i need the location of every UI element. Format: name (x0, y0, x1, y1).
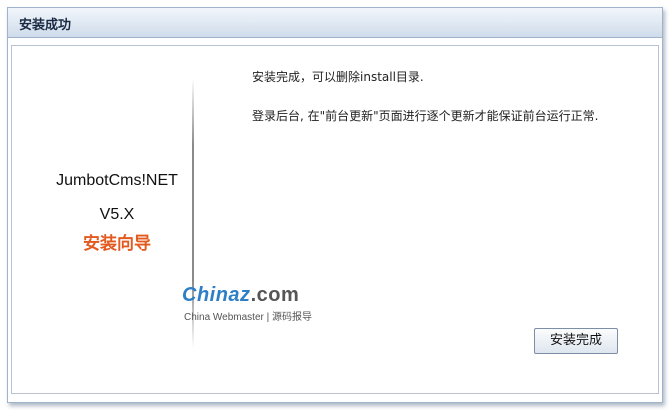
install-dialog: 安装成功 JumbotCms!NET V5.X 安装向导 Chinaz.com … (7, 7, 663, 403)
dialog-content: JumbotCms!NET V5.X 安装向导 Chinaz.com China… (11, 45, 659, 394)
watermark-tagline: China Webmaster | 源码报导 (184, 312, 313, 323)
update-instruction-message: 登录后台, 在"前台更新"页面进行逐个更新才能保证前台运行正常. (252, 109, 599, 123)
product-version: V5.X (99, 206, 135, 223)
chinaz-watermark-logo: Chinaz.com China Webmaster | 源码报导 (182, 284, 332, 324)
install-complete-message: 安装完成，可以删除install目录. (252, 70, 424, 84)
finish-install-button[interactable]: 安装完成 (534, 328, 618, 354)
wizard-label: 安装向导 (83, 234, 151, 254)
branding-panel: JumbotCms!NET V5.X 安装向导 (12, 46, 192, 393)
dialog-title: 安装成功 (19, 18, 72, 33)
product-name: JumbotCms!NET (56, 172, 178, 189)
watermark-brand: Chinaz.com (182, 284, 300, 306)
dialog-title-bar: 安装成功 (8, 8, 662, 38)
